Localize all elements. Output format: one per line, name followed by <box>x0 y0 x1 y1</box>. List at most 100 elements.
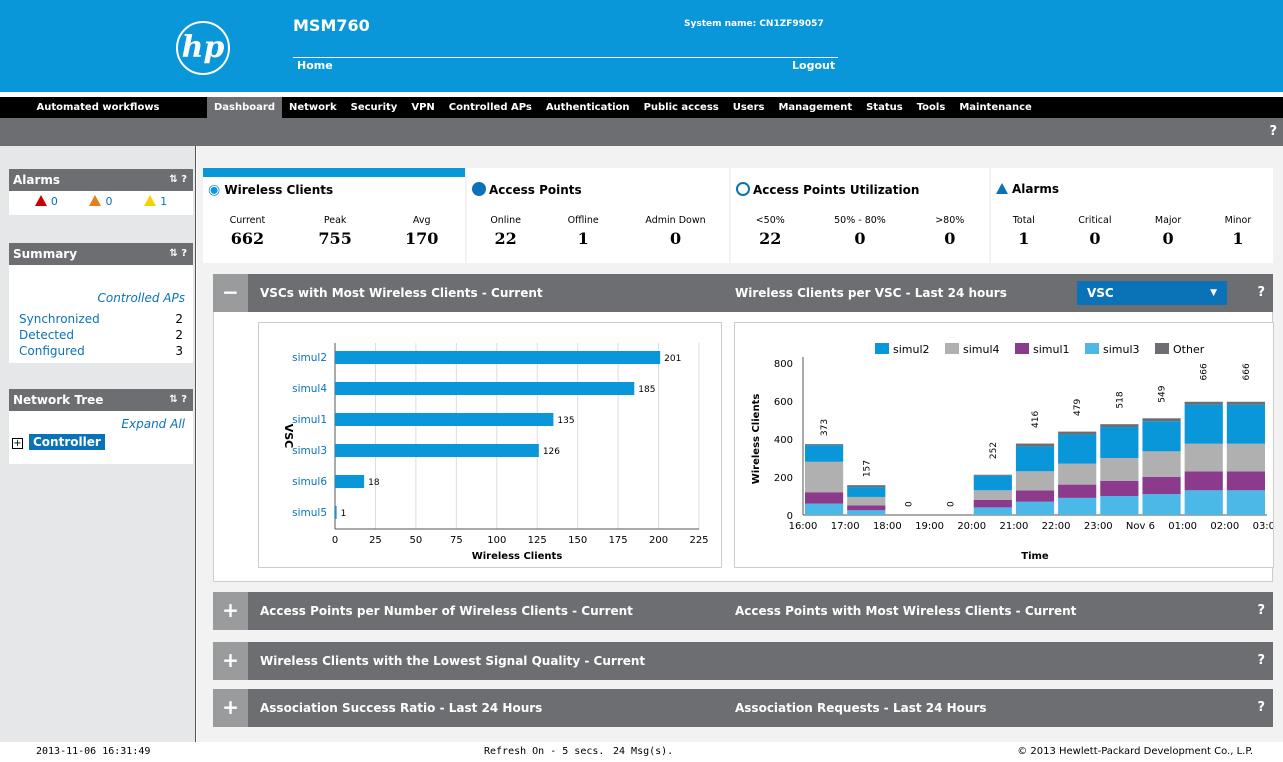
stack-segment <box>1100 480 1139 496</box>
product-name: MSM760 <box>293 16 370 35</box>
bar <box>335 475 365 488</box>
kpi-value: 22 <box>759 229 782 248</box>
automated-workflows-link[interactable]: Automated workflows <box>0 97 196 118</box>
kpi-value: 1 <box>1018 229 1030 248</box>
alarms-box: Alarms ⇅ ? 0 0 1 <box>9 169 193 215</box>
stack-segment <box>805 492 844 504</box>
header: hp MSM760 Home Logout System name: CN1ZF… <box>0 0 1283 92</box>
expand-button[interactable]: + <box>213 592 248 630</box>
expand-button[interactable]: + <box>213 689 248 727</box>
tab-network[interactable]: Network <box>282 97 344 118</box>
y-tick-label: 600 <box>774 397 793 408</box>
stack-segment <box>1184 404 1223 444</box>
access-points-card[interactable]: Access Points Online 22 Offline 1 Admin Down… <box>467 168 729 263</box>
network-tree-box: Network Tree ⇅ ? Expand All + Controller <box>9 389 193 464</box>
tab-authentication[interactable]: Authentication <box>539 97 637 118</box>
y-tick-label: 200 <box>774 473 793 484</box>
kpi-metric: Total 1 <box>1013 215 1035 248</box>
legend-label: Other <box>1173 343 1205 356</box>
panel-association: + Association Success Ratio - Last 24 Ho… <box>213 689 1273 727</box>
main-nav: Automated workflows Dashboard Network Secu… <box>0 97 1283 118</box>
tab-security[interactable]: Security <box>344 97 405 118</box>
refresh-help-icon[interactable]: ⇅ ? <box>169 243 187 265</box>
total-label: 416 <box>1031 411 1041 428</box>
kpi-metric: Peak 755 <box>318 215 351 248</box>
wireless-clients-card[interactable]: ◉ Wireless Clients Current 662 Peak 755 Avg 1… <box>203 168 465 263</box>
stack-segment <box>805 444 844 446</box>
kpi-label: Online <box>490 215 521 226</box>
kpi-label: >80% <box>935 215 965 226</box>
total-label: 479 <box>1073 399 1083 416</box>
x-tick-label: 150 <box>568 535 587 546</box>
vsc-select[interactable]: VSC ▼ <box>1077 281 1227 305</box>
major-alarm[interactable]: 0 <box>89 195 112 208</box>
panel-title-right: Wireless Clients per VSC - Last 24 hours <box>735 286 1007 300</box>
x-tick-label: 19:00 <box>915 521 944 532</box>
sidebar: Alarms ⇅ ? 0 0 1 Summary ⇅ ? Controlled AP… <box>0 146 196 742</box>
stack-segment <box>1015 446 1055 472</box>
home-link[interactable]: Home <box>297 59 333 72</box>
summary-row[interactable]: Detected 2 <box>9 327 193 343</box>
total-label: 252 <box>989 442 999 459</box>
tab-management[interactable]: Management <box>771 97 859 118</box>
kpi-metric: Current 662 <box>230 215 266 248</box>
minor-alarm-icon <box>144 195 157 206</box>
legend-swatch <box>1085 343 1099 354</box>
kpi-metric: >80% 0 <box>935 215 964 248</box>
expand-node-icon[interactable]: + <box>12 438 23 449</box>
gauge-icon <box>736 182 750 196</box>
collapse-button[interactable]: − <box>213 274 248 312</box>
kpi-metric: 50% - 80% 0 <box>834 215 886 248</box>
stack-segment <box>805 445 844 462</box>
total-label: 157 <box>862 460 872 477</box>
controlled-aps-link[interactable]: Controlled APs <box>9 265 193 311</box>
tab-public-access[interactable]: Public access <box>637 97 726 118</box>
total-label: 666 <box>1242 363 1252 380</box>
charts-area: 0 25 50 75 100 125 150 175 200 225 simul2 201 simul4… <box>213 312 1281 582</box>
refresh-status: Refresh On - 5 secs. <box>484 746 605 757</box>
legend-swatch <box>1155 343 1169 354</box>
alarms-card[interactable]: Alarms Total 1 Critical 0 Major 0 Minor 1 <box>991 168 1273 263</box>
summary-row[interactable]: Synchronized 2 <box>9 311 193 327</box>
help-icon[interactable]: ? <box>1269 124 1277 139</box>
logout-link[interactable]: Logout <box>792 59 835 72</box>
ap-utilization-card[interactable]: Access Points Utilization <50% 22 50% - 80… <box>731 168 989 263</box>
refresh-help-icon[interactable]: ⇅ ? <box>169 389 187 411</box>
kpi-label: Minor <box>1224 215 1252 226</box>
help-icon[interactable]: ? <box>1257 274 1265 312</box>
major-alarm-count: 0 <box>105 195 113 208</box>
tab-status[interactable]: Status <box>859 97 910 118</box>
tab-tools[interactable]: Tools <box>910 97 953 118</box>
expand-all-link[interactable]: Expand All <box>9 411 193 435</box>
x-tick-label: 20:00 <box>957 521 986 532</box>
help-icon[interactable]: ? <box>1257 642 1265 680</box>
critical-alarm[interactable]: 0 <box>34 195 58 208</box>
help-icon[interactable]: ? <box>1257 689 1265 727</box>
kpi-metric: Online 22 <box>490 215 521 248</box>
kpi-value: 1 <box>577 229 589 248</box>
kpi-metric: Offline 1 <box>568 215 599 248</box>
bar <box>335 444 539 457</box>
tab-dashboard[interactable]: Dashboard <box>207 97 282 118</box>
stack-segment <box>973 507 1012 515</box>
expand-button[interactable]: + <box>213 642 248 680</box>
summary-row[interactable]: Configured 3 <box>9 343 193 359</box>
stack-segment <box>1100 458 1139 481</box>
stack-segment <box>973 490 1012 500</box>
minor-alarm[interactable]: 1 <box>144 195 167 208</box>
tab-controlled-aps[interactable]: Controlled APs <box>442 97 539 118</box>
kpi-value: 170 <box>404 229 439 248</box>
stack-segment <box>1100 427 1139 458</box>
message-count[interactable]: 24 Msg(s). <box>613 742 673 762</box>
tab-vpn[interactable]: VPN <box>404 97 441 118</box>
bar <box>335 413 554 426</box>
tab-maintenance[interactable]: Maintenance <box>952 97 1039 118</box>
stack-segment <box>1142 494 1181 515</box>
summary-header: Summary ⇅ ? <box>9 243 193 265</box>
help-icon[interactable]: ? <box>1257 592 1265 630</box>
y-tick-label: simul2 <box>292 352 327 364</box>
refresh-help-icon[interactable]: ⇅ ? <box>169 169 187 191</box>
tab-users[interactable]: Users <box>726 97 772 118</box>
controller-node[interactable]: Controller <box>29 434 105 450</box>
x-axis-label: Wireless Clients <box>472 551 563 562</box>
